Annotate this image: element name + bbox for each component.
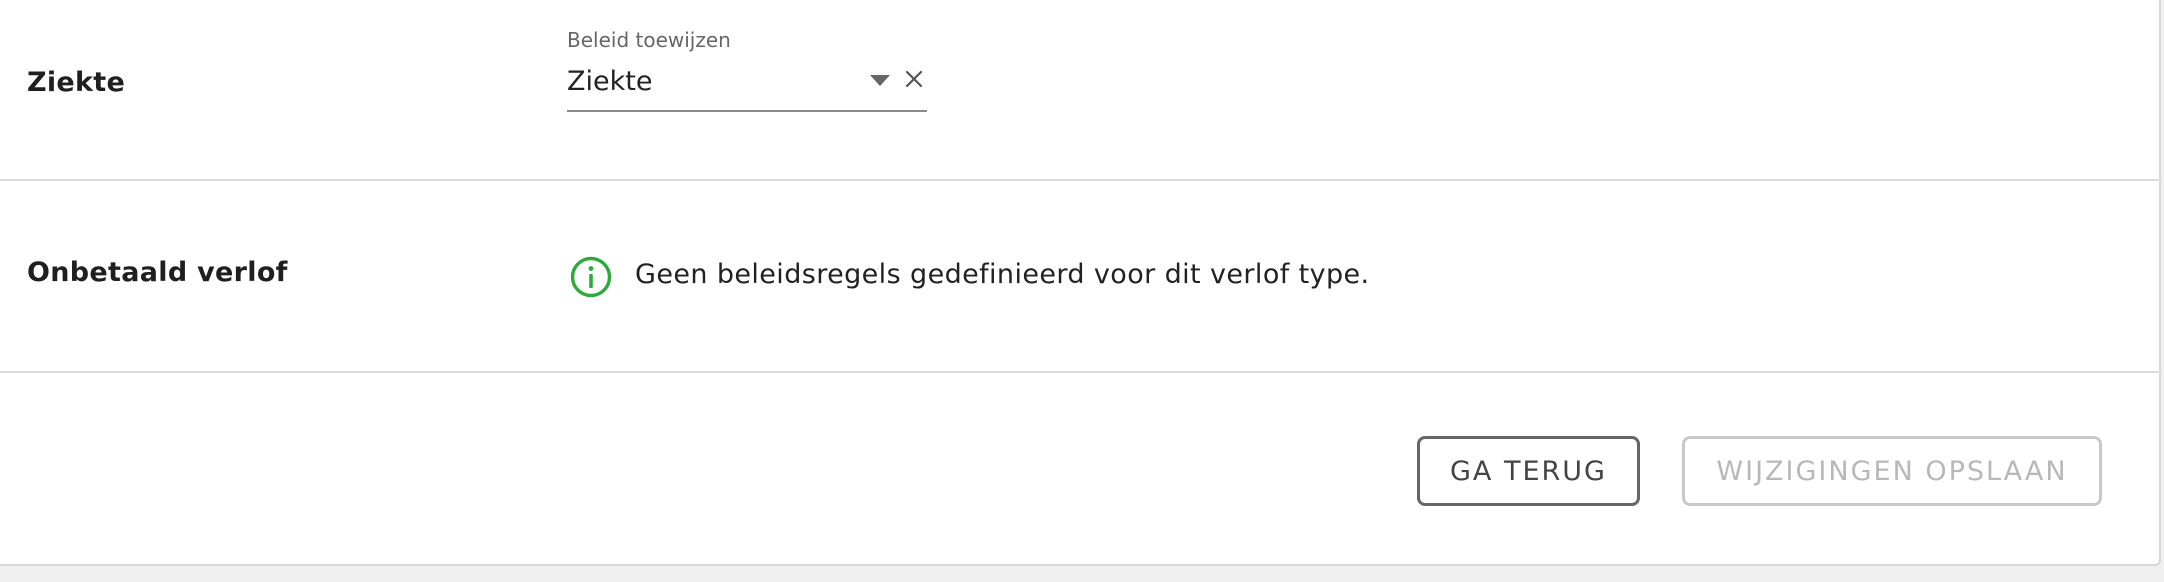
assign-policy-select[interactable]: Beleid toewijzen Ziekte [567,28,927,112]
info-circle-icon [570,256,612,298]
chevron-down-icon[interactable] [870,75,890,86]
close-icon[interactable] [901,66,927,92]
policy-row-label: Onbetaald verlof [27,257,288,288]
actions-row: GA TERUG WIJZIGINGEN OPSLAAN [0,373,2161,566]
assign-policy-label: Beleid toewijzen [567,28,731,52]
policy-row-ziekte: Ziekte Beleid toewijzen Ziekte [0,0,2161,181]
back-button[interactable]: GA TERUG [1417,436,1640,506]
policy-row-label: Ziekte [27,67,126,98]
assign-policy-value[interactable]: Ziekte [567,66,652,97]
select-underline [567,110,927,112]
save-changes-button[interactable]: WIJZIGINGEN OPSLAAN [1682,436,2102,506]
policy-assignment-card: Ziekte Beleid toewijzen Ziekte Onbetaald… [0,0,2161,566]
policy-row-onbetaald-verlof: Onbetaald verlof Geen beleidsregels gede… [0,181,2161,373]
no-policy-message: Geen beleidsregels gedefinieerd voor dit… [635,259,1370,290]
